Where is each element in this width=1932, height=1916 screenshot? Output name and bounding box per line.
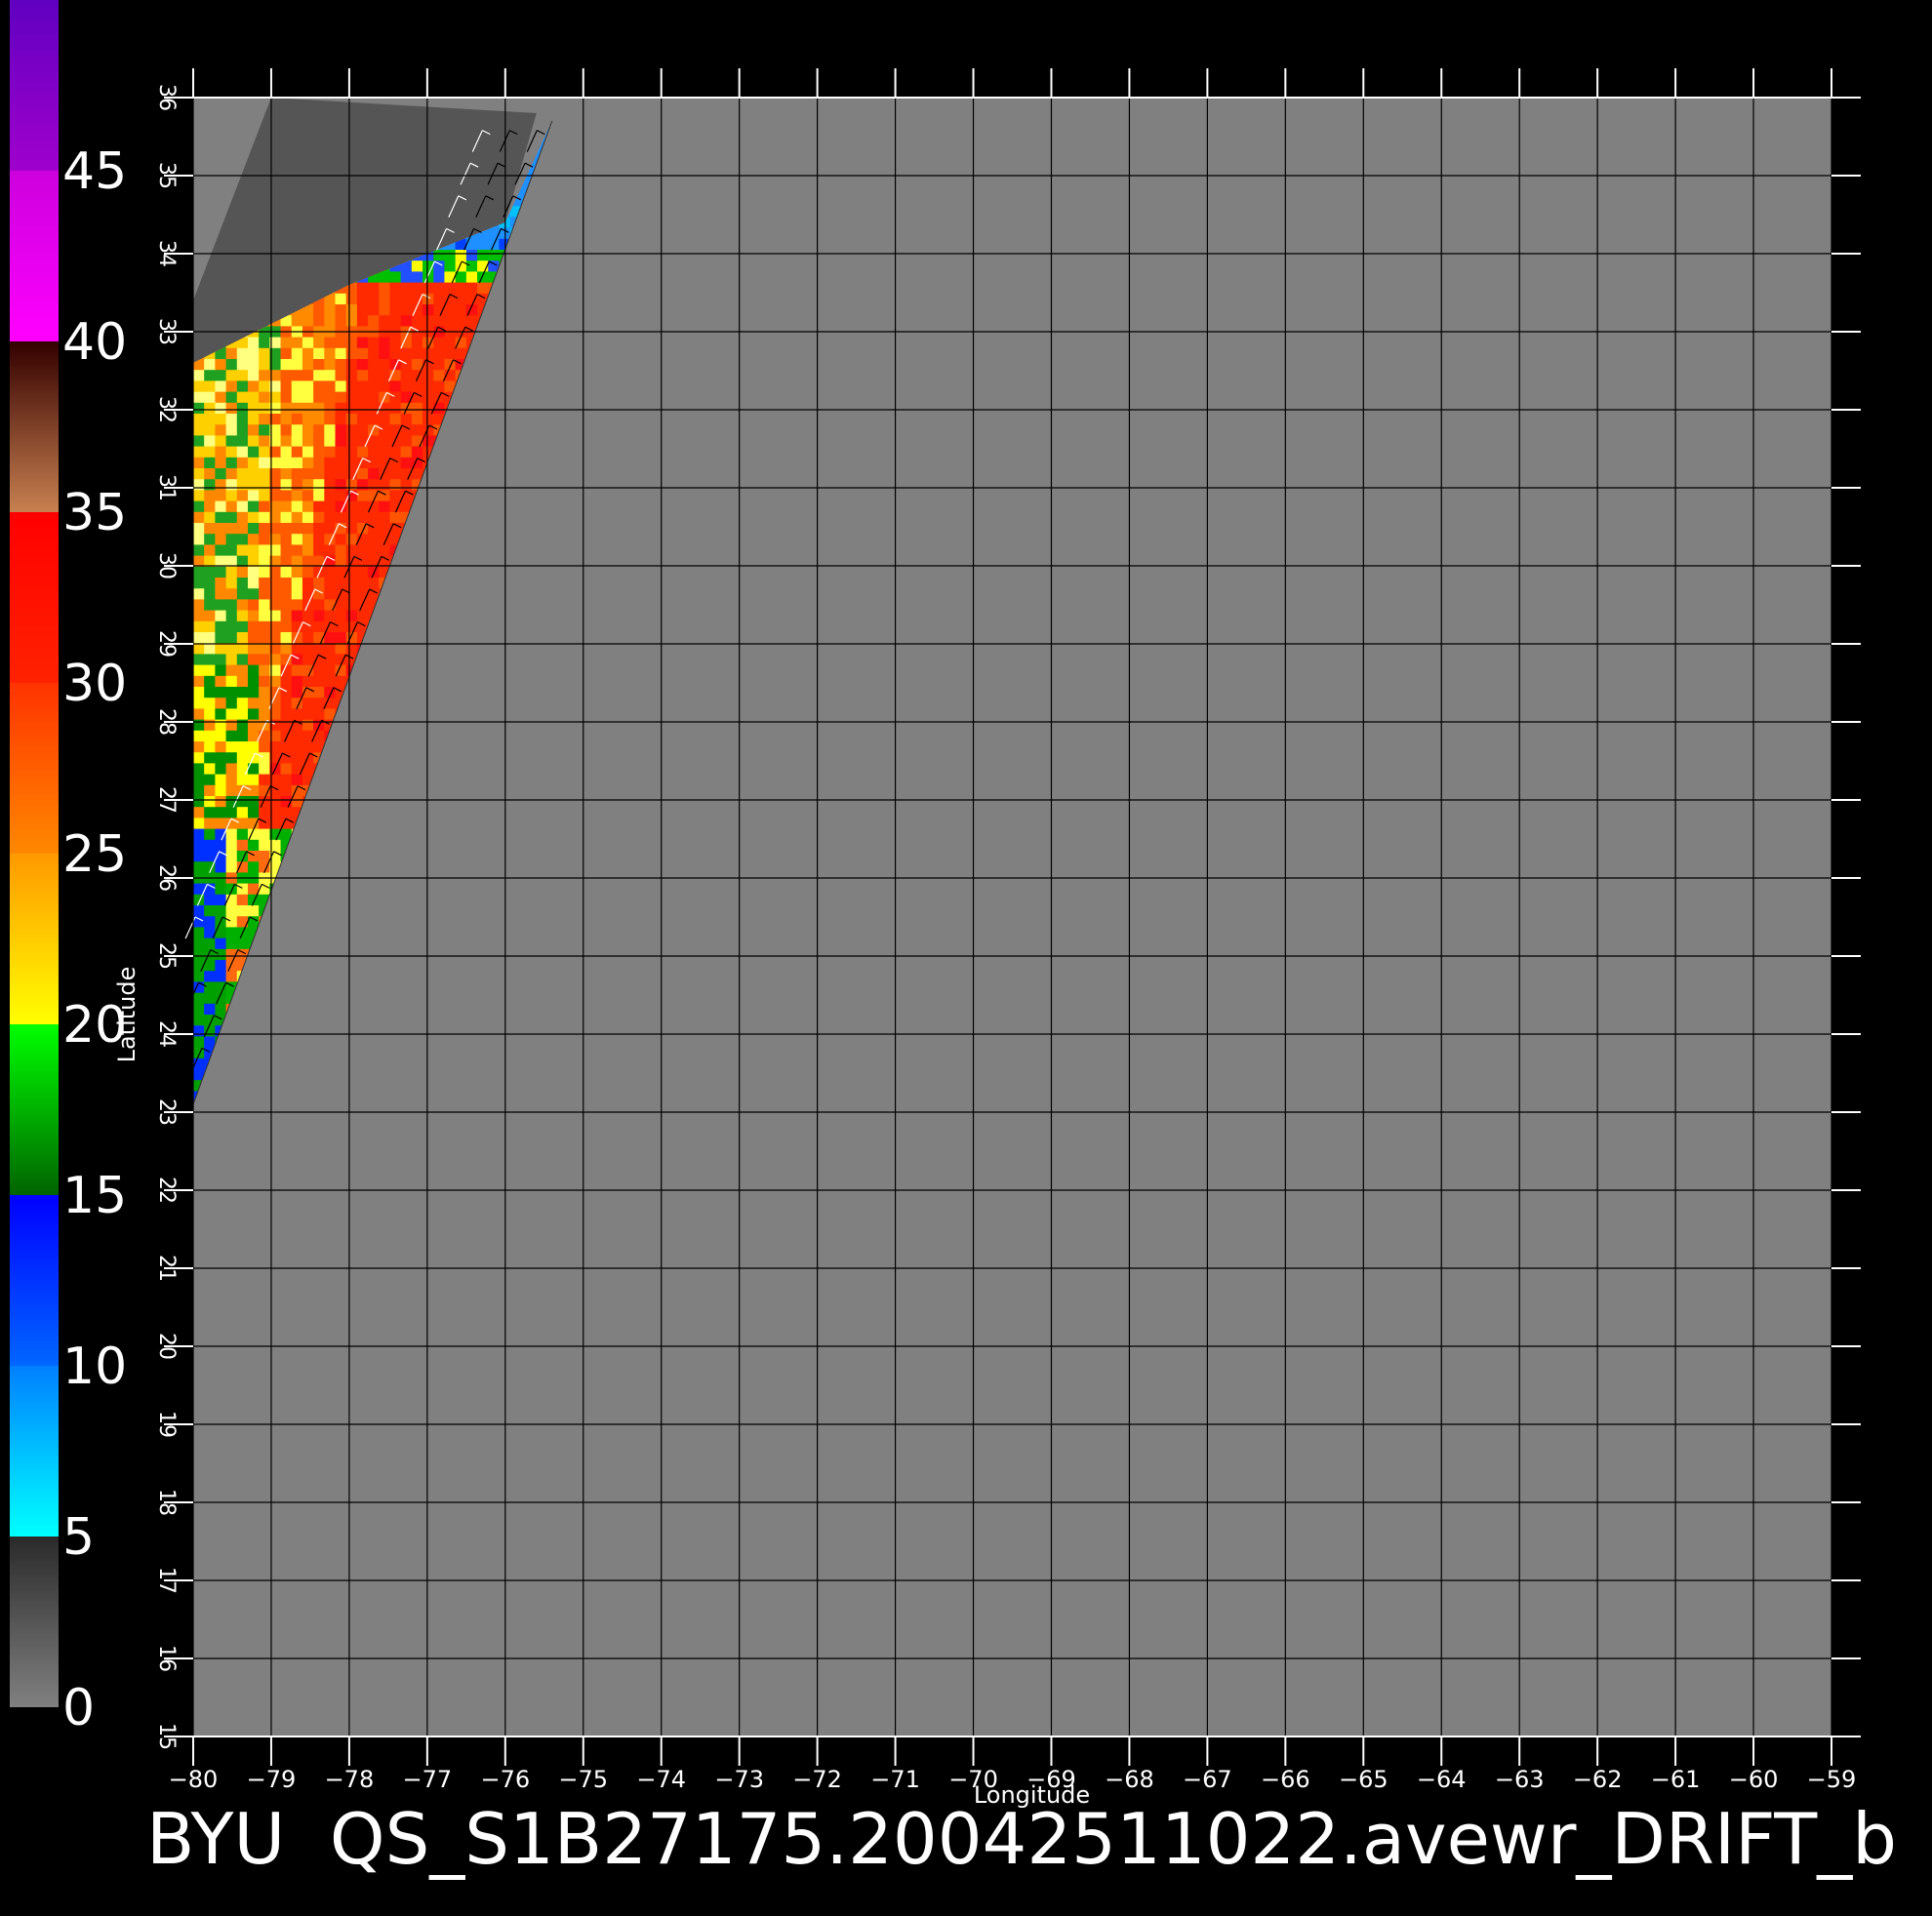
x-tick-label: −78 bbox=[325, 1766, 375, 1793]
y-tick-label: 22 bbox=[154, 1177, 179, 1204]
colorbar-segment bbox=[10, 1024, 59, 1195]
y-tick-label: 34 bbox=[154, 240, 179, 267]
colorbar bbox=[10, 0, 59, 1707]
colorbar-label: 15 bbox=[62, 1167, 127, 1225]
x-tick-label: −67 bbox=[1183, 1766, 1232, 1793]
y-tick-label: 32 bbox=[154, 396, 179, 423]
x-tick-label: −65 bbox=[1339, 1766, 1389, 1793]
y-tick-label: 18 bbox=[154, 1489, 179, 1516]
colorbar-label: 25 bbox=[62, 825, 127, 884]
y-tick-label: 27 bbox=[154, 786, 179, 814]
y-axis-label: Latitude bbox=[113, 967, 141, 1063]
x-tick-label: −75 bbox=[558, 1766, 608, 1793]
y-tick-label: 21 bbox=[154, 1255, 179, 1282]
colorbar-label: 30 bbox=[62, 655, 127, 713]
x-tick-label: −80 bbox=[169, 1766, 219, 1793]
x-tick-label: −63 bbox=[1495, 1766, 1545, 1793]
x-tick-label: −72 bbox=[792, 1766, 842, 1793]
map-canvas: 0 5 10 15 20 25 30 35 40 45 −80 −79 −78 −77 −76 −75 −74… bbox=[10, 0, 1897, 1880]
colorbar-segment bbox=[10, 1366, 59, 1537]
x-tick-label: −74 bbox=[636, 1766, 686, 1793]
x-tick-label: −61 bbox=[1651, 1766, 1701, 1793]
x-tick-label: −76 bbox=[480, 1766, 530, 1793]
y-tick-label: 15 bbox=[154, 1723, 179, 1750]
x-tick-label: −64 bbox=[1417, 1766, 1467, 1793]
y-tick-label: 17 bbox=[154, 1567, 179, 1594]
x-tick-label: −59 bbox=[1807, 1766, 1857, 1793]
y-tick-label: 30 bbox=[154, 552, 179, 579]
y-tick-label: 28 bbox=[154, 708, 179, 736]
y-tick-label: 29 bbox=[154, 630, 179, 658]
colorbar-label: 0 bbox=[62, 1679, 95, 1737]
colorbar-segment bbox=[10, 0, 59, 171]
x-tick-label: −62 bbox=[1573, 1766, 1623, 1793]
x-tick-label: −71 bbox=[870, 1766, 920, 1793]
y-tick-label: 25 bbox=[154, 942, 179, 970]
x-tick-label: −77 bbox=[403, 1766, 453, 1793]
colorbar-label: 5 bbox=[62, 1508, 95, 1567]
y-tick-labels: 15 16 17 18 19 20 21 22 23 24 25 26 27 28 29 30 31 32 33 34… bbox=[154, 84, 179, 1750]
colorbar-segment bbox=[10, 341, 59, 512]
y-tick-label: 36 bbox=[154, 84, 179, 111]
y-tick-label: 26 bbox=[154, 864, 179, 892]
wind-speed-map: 0 5 10 15 20 25 30 35 40 45 −80 −79 −78 −77 −76 −75 −74… bbox=[0, 0, 1932, 1912]
plot-area bbox=[184, 98, 1831, 1736]
y-tick-label: 16 bbox=[154, 1645, 179, 1672]
y-tick-label: 35 bbox=[154, 162, 179, 189]
colorbar-segment bbox=[10, 683, 59, 854]
x-tick-label: −68 bbox=[1105, 1766, 1154, 1793]
colorbar-label: 45 bbox=[62, 142, 127, 201]
colorbar-segment bbox=[10, 512, 59, 683]
x-tick-label: −60 bbox=[1729, 1766, 1779, 1793]
y-tick-label: 24 bbox=[154, 1020, 179, 1048]
colorbar-segment bbox=[10, 1195, 59, 1366]
x-tick-label: −73 bbox=[714, 1766, 764, 1793]
y-tick-label: 23 bbox=[154, 1098, 179, 1126]
y-tick-label: 20 bbox=[154, 1333, 179, 1360]
colorbar-segment bbox=[10, 171, 59, 341]
colorbar-label: 10 bbox=[62, 1337, 127, 1396]
colorbar-label: 35 bbox=[62, 484, 127, 542]
y-tick-label: 31 bbox=[154, 474, 179, 501]
image-title: BYU QS_S1B27175.20042511022.avewr_DRIFT_… bbox=[146, 1798, 1897, 1880]
colorbar-segment bbox=[10, 1537, 59, 1707]
x-tick-label: −66 bbox=[1261, 1766, 1310, 1793]
colorbar-segment bbox=[10, 854, 59, 1024]
y-tick-label: 33 bbox=[154, 318, 179, 345]
x-tick-label: −79 bbox=[247, 1766, 297, 1793]
y-tick-label: 19 bbox=[154, 1411, 179, 1438]
colorbar-label: 40 bbox=[62, 313, 127, 372]
colorbar-labels: 051015202530354045 bbox=[62, 142, 127, 1737]
